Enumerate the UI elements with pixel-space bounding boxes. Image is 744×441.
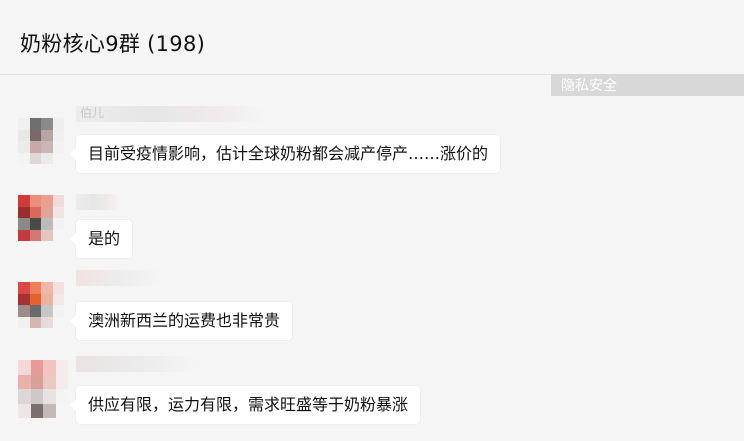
sender-nickname: 伯儿 (76, 106, 266, 122)
message-bubble[interactable]: 目前受疫情影响，估计全球奶粉都会减产停产……涨价的 (69, 135, 501, 173)
privacy-banner-label: 隐私安全 (561, 78, 617, 94)
avatar[interactable] (18, 282, 64, 328)
message-bubble[interactable]: 供应有限，运力有限，需求旺盛等于奶粉暴涨 (69, 386, 421, 424)
chat-message: 供应有限，运力有限，需求旺盛等于奶粉暴涨 (0, 350, 744, 441)
message-bubble[interactable]: 是的 (69, 220, 133, 258)
avatar[interactable] (18, 118, 64, 164)
sender-nickname (76, 194, 120, 210)
chat-header: 奶粉核心9群 (198) (0, 0, 744, 75)
chat-title[interactable]: 奶粉核心9群 (198) (20, 28, 205, 58)
chat-message: 是的 (0, 188, 744, 258)
sender-nickname-text: 伯儿 (80, 106, 105, 120)
chat-message: 澳洲新西兰的运费也非常贵 (0, 266, 744, 346)
privacy-banner[interactable]: 隐私安全 (551, 74, 744, 96)
avatar[interactable] (18, 360, 68, 418)
message-bubble[interactable]: 澳洲新西兰的运费也非常贵 (69, 302, 293, 340)
sender-nickname (76, 270, 162, 286)
chat-message: 伯儿 目前受疫情影响，估计全球奶粉都会减产停产……涨价的 (0, 102, 744, 182)
avatar[interactable] (18, 195, 64, 241)
sender-nickname (76, 356, 196, 372)
